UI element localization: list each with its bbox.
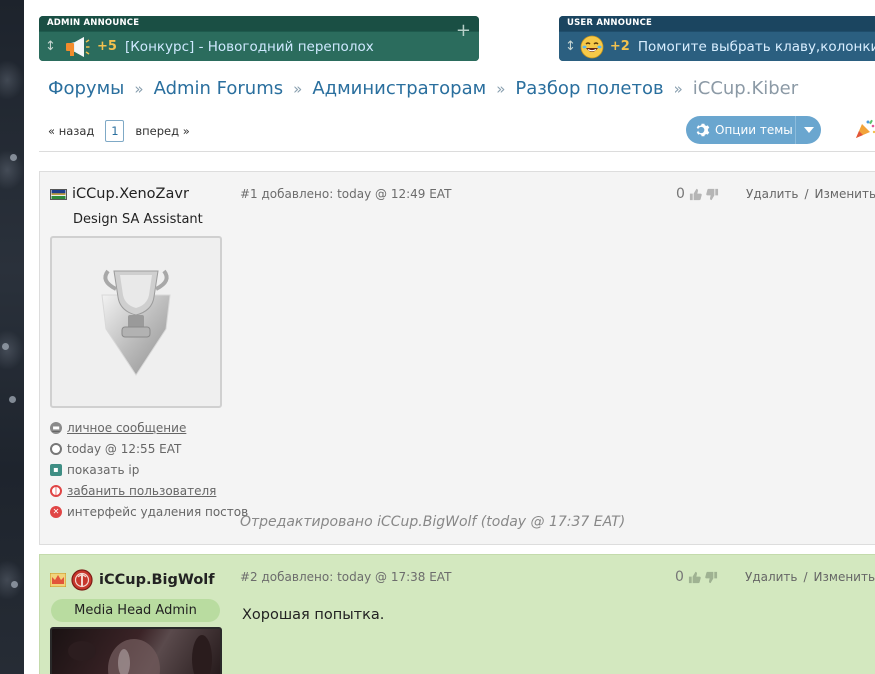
breadcrumb-separator: » — [673, 79, 683, 98]
party-popper-icon[interactable] — [854, 118, 875, 140]
edit-post-link[interactable]: Изменить — [815, 187, 875, 201]
post-author-role: Media Head Admin — [51, 599, 220, 622]
post-tools: Удалить / Изменить — [746, 187, 875, 201]
breadcrumb-admin-forums[interactable]: Admin Forums — [154, 78, 284, 99]
rating-value: 0 — [675, 569, 684, 585]
admin-announce[interactable]: ADMIN ANNOUNCE ↕ +5 [Конкурс] - Новогодн… — [39, 16, 479, 61]
updown-arrows-icon[interactable]: ↕ — [565, 39, 576, 54]
message-icon: ▬ — [50, 421, 62, 434]
pager-page-1[interactable]: 1 — [105, 120, 125, 142]
admin-announce-link[interactable]: [Конкурс] - Новогодний переполох — [125, 39, 374, 55]
breadcrumb: Форумы » Admin Forums » Администраторам … — [48, 78, 798, 99]
post-author-role: Design SA Assistant — [73, 212, 203, 227]
breadcrumb-flight-review[interactable]: Разбор полетов — [515, 78, 663, 99]
clock-icon — [50, 442, 62, 455]
avatar[interactable] — [50, 627, 222, 674]
delete-posts-interface-link[interactable]: ✕ интерфейс удаления постов — [50, 501, 248, 522]
delete-post-link[interactable]: Удалить — [746, 187, 799, 201]
breadcrumb-separator: » — [496, 79, 506, 98]
pagination: « назад 1 вперед » — [48, 120, 190, 142]
close-icon: ✕ — [50, 505, 62, 518]
avatar[interactable] — [50, 236, 222, 408]
last-activity: today @ 12:55 EAT — [50, 438, 248, 459]
edit-post-link[interactable]: Изменить — [814, 570, 875, 584]
toolbar-divider — [39, 151, 875, 152]
post-rating: 0 — [675, 569, 718, 585]
post-meta: #1 добавлено: today @ 12:49 EAT — [240, 187, 452, 201]
power-icon: | — [50, 484, 62, 497]
breadcrumb-current: iCCup.Kiber — [692, 78, 799, 99]
expand-plus-icon[interactable]: + — [456, 20, 471, 41]
left-background-rail — [0, 0, 24, 674]
edited-note: Отредактировано iCCup.BigWolf (today @ 1… — [240, 514, 626, 530]
thumbs-down-icon[interactable] — [706, 188, 719, 201]
delete-post-link[interactable]: Удалить — [745, 570, 798, 584]
breadcrumb-separator: » — [293, 79, 303, 98]
user-announce[interactable]: USER ANNOUNCE ↕ +2 Помогите выбрать клав… — [559, 16, 875, 61]
user-announce-tag: USER ANNOUNCE — [559, 16, 875, 31]
show-ip-link[interactable]: ▪ показать ip — [50, 459, 248, 480]
topic-options-button[interactable]: Опции темы — [686, 116, 821, 144]
post-tools: Удалить / Изменить — [745, 570, 875, 584]
updown-arrows-icon[interactable]: ↕ — [45, 39, 59, 54]
pager-next-link[interactable]: вперед » — [135, 124, 189, 138]
post-author: iCCup.XenoZavr — [50, 186, 189, 202]
topic-options-label: Опции темы — [715, 123, 793, 137]
breadcrumb-separator: » — [134, 79, 144, 98]
user-announce-link[interactable]: Помогите выбрать клаву,колонки,нау — [638, 39, 875, 55]
page-content: ADMIN ANNOUNCE ↕ +5 [Конкурс] - Новогодн… — [24, 0, 875, 674]
rating-value: 0 — [676, 186, 685, 202]
post-body-text: Хорошая попытка. — [242, 607, 385, 623]
thumbs-down-icon[interactable] — [705, 571, 718, 584]
post-rating: 0 — [676, 186, 719, 202]
trophy-shield-icon — [101, 269, 171, 376]
admin-announce-score: +5 — [97, 39, 117, 54]
crown-icon — [50, 573, 66, 587]
rank-badge-icon — [71, 569, 93, 591]
user-announce-score: +2 — [609, 39, 630, 54]
ban-user-link[interactable]: | забанить пользователя — [50, 480, 248, 501]
chevron-down-icon[interactable] — [795, 116, 821, 144]
private-message-link[interactable]: ▬ личное сообщение — [50, 417, 248, 438]
post-author-name[interactable]: iCCup.BigWolf — [99, 572, 215, 588]
ip-icon: ▪ — [50, 463, 62, 476]
laughing-emoji-icon — [580, 35, 604, 59]
post-1: iCCup.XenoZavr Design SA Assistant ▬ лич… — [39, 171, 875, 545]
avatar-art — [68, 635, 212, 674]
megaphone-icon — [63, 35, 91, 59]
admin-announce-tag: ADMIN ANNOUNCE — [39, 16, 479, 31]
breadcrumb-forums[interactable]: Форумы — [48, 78, 124, 99]
post-meta: #2 добавлено: today @ 17:38 EAT — [240, 570, 452, 584]
gear-icon — [696, 123, 710, 137]
post-user-actions: ▬ личное сообщение today @ 12:55 EAT ▪ п… — [50, 417, 248, 522]
flag-icon — [50, 188, 67, 200]
post-author-name[interactable]: iCCup.XenoZavr — [72, 186, 189, 202]
post-2: iCCup.BigWolf Media Head Admin #2 добавл… — [39, 554, 875, 674]
breadcrumb-administrators[interactable]: Администраторам — [312, 78, 486, 99]
pager-prev-link[interactable]: « назад — [48, 124, 94, 138]
thumbs-up-icon[interactable] — [689, 188, 702, 201]
thumbs-up-icon[interactable] — [688, 571, 701, 584]
post-author: iCCup.BigWolf — [50, 569, 215, 591]
